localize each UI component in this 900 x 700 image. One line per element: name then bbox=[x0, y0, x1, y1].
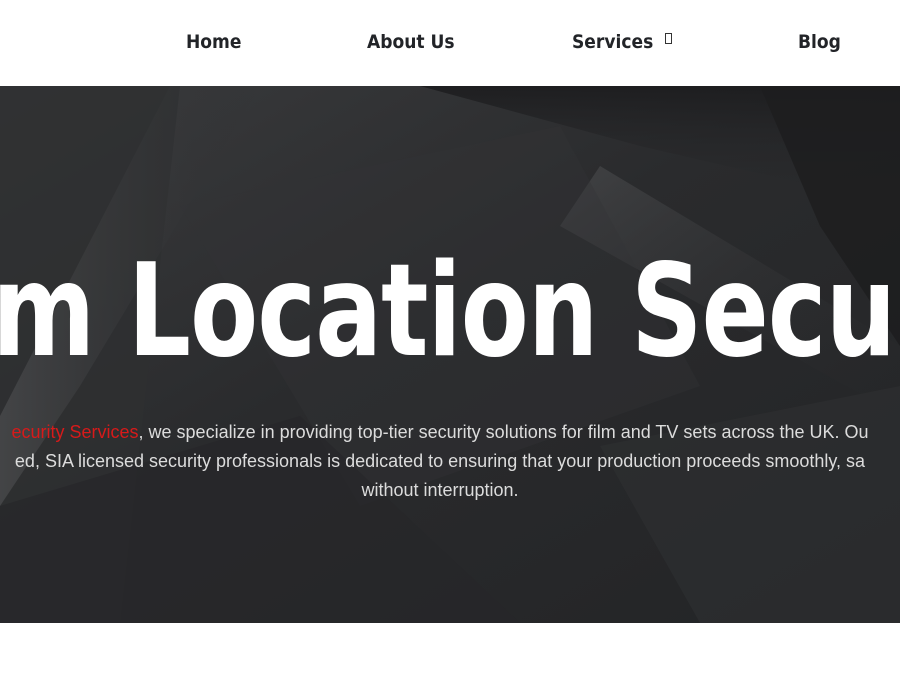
hero-intro-line-2: ed, SIA licensed security professionals … bbox=[14, 451, 866, 471]
main-nav: Home About Us Services Blog bbox=[0, 0, 900, 86]
hero-intro-line-3: without interruption. bbox=[361, 480, 519, 500]
page: Home About Us Services Blog m Location S… bbox=[0, 0, 900, 700]
nav-item-blog[interactable]: Blog bbox=[798, 27, 841, 57]
nav-item-about-us[interactable]: About Us bbox=[367, 27, 455, 57]
chevron-down-icon[interactable] bbox=[665, 33, 673, 44]
nav-item-home[interactable]: Home bbox=[186, 27, 241, 57]
hero-intro-text: ecurity Services, we specialize in provi… bbox=[0, 418, 900, 505]
hero-intro-line-1: ecurity Services, we specialize in provi… bbox=[0, 418, 900, 447]
nav-item-services-label: Services bbox=[572, 31, 654, 53]
hero-title: m Location Securi bbox=[0, 237, 900, 386]
hero-intro-line-1-rest: , we specialize in providing top-tier se… bbox=[138, 422, 869, 442]
nav-item-services[interactable]: Services bbox=[572, 27, 673, 57]
hero-section: m Location Securi ecurity Services, we s… bbox=[0, 86, 900, 623]
company-name-highlight: ecurity Services bbox=[11, 422, 139, 442]
